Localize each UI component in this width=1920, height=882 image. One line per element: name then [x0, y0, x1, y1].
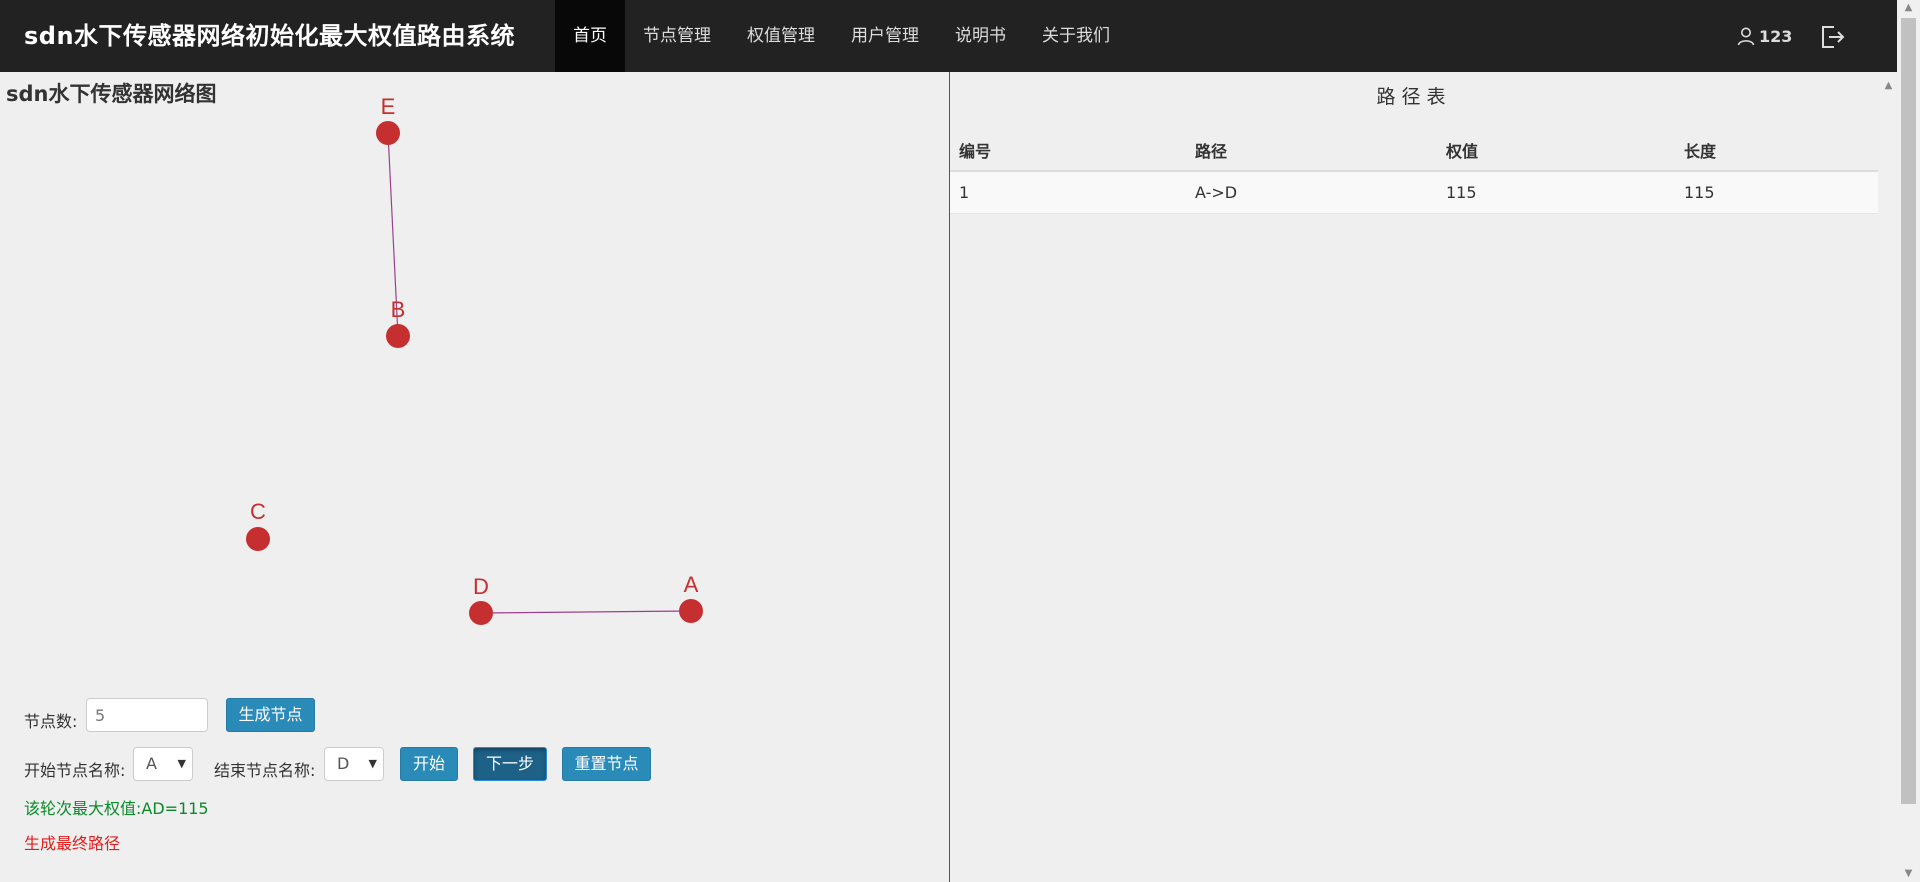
cell-path: A->D: [1186, 171, 1437, 214]
node-label-d: D: [473, 574, 489, 599]
chevron-down-icon: ▼: [177, 757, 186, 770]
node-label-b: B: [391, 297, 406, 322]
round-max-weight-message: 该轮次最大权值:AD=115: [24, 799, 209, 818]
node-b[interactable]: [386, 324, 410, 348]
user-menu[interactable]: 123: [1736, 0, 1792, 72]
start-node-select[interactable]: A ▼: [133, 747, 193, 781]
nav-item-node-management[interactable]: 节点管理: [625, 0, 729, 72]
scroll-up-icon[interactable]: ▲: [1880, 80, 1897, 91]
top-navbar: sdn水下传感器网络初始化最大权值路由系统 首页 节点管理 权值管理 用户管理 …: [0, 0, 1920, 72]
app-brand[interactable]: sdn水下传感器网络初始化最大权值路由系统: [24, 0, 515, 72]
node-a[interactable]: [679, 599, 703, 623]
start-node-value: A: [146, 754, 157, 773]
path-table: 编号 路径 权值 长度 1 A->D 115 115: [950, 130, 1878, 214]
user-icon: [1737, 27, 1755, 46]
node-e[interactable]: [376, 121, 400, 145]
network-graph: E B C D A: [246, 94, 703, 625]
next-step-button[interactable]: 下一步: [473, 747, 547, 781]
chevron-down-icon: ▼: [368, 757, 377, 770]
nav-item-manual[interactable]: 说明书: [937, 0, 1024, 72]
cell-length: 115: [1675, 171, 1878, 214]
inner-scrollbar[interactable]: ▲: [1880, 72, 1897, 882]
reset-nodes-button[interactable]: 重置节点: [562, 747, 651, 781]
node-count-label: 节点数:: [24, 712, 78, 731]
end-node-label: 结束节点名称:: [214, 761, 316, 780]
table-header-row: 编号 路径 权值 长度: [950, 130, 1878, 172]
scrollbar-thumb[interactable]: [1901, 18, 1916, 804]
table-row: 1 A->D 115 115: [950, 171, 1878, 214]
cell-weight: 115: [1437, 171, 1675, 214]
node-count-input[interactable]: [86, 698, 208, 732]
final-path-message: 生成最终路径: [24, 834, 121, 853]
start-button[interactable]: 开始: [400, 747, 458, 781]
nav-item-weight-management[interactable]: 权值管理: [729, 0, 833, 72]
scroll-down-icon[interactable]: ▼: [1897, 868, 1920, 879]
node-label-a: A: [684, 572, 699, 597]
node-d[interactable]: [469, 601, 493, 625]
column-header-id: 编号: [950, 130, 1186, 172]
cell-id: 1: [950, 171, 1186, 214]
user-name: 123: [1759, 26, 1793, 46]
edge-d-a: [480, 610, 692, 614]
start-node-label: 开始节点名称:: [24, 761, 126, 780]
generate-nodes-button[interactable]: 生成节点: [226, 698, 315, 732]
node-label-e: E: [381, 94, 396, 119]
node-label-c: C: [250, 499, 266, 524]
column-header-path: 路径: [1186, 130, 1437, 172]
nav-item-about-us[interactable]: 关于我们: [1024, 0, 1128, 72]
nav-item-user-management[interactable]: 用户管理: [833, 0, 937, 72]
logout-icon[interactable]: [1820, 24, 1846, 50]
column-header-length: 长度: [1675, 130, 1878, 172]
end-node-select[interactable]: D ▼: [324, 747, 384, 781]
node-c[interactable]: [246, 527, 270, 551]
scroll-up-icon[interactable]: ▲: [1897, 2, 1920, 13]
nav-item-home[interactable]: 首页: [555, 0, 625, 72]
main-nav: 首页 节点管理 权值管理 用户管理 说明书 关于我们: [555, 0, 1128, 72]
column-header-weight: 权值: [1437, 130, 1675, 172]
end-node-value: D: [337, 754, 350, 773]
path-table-caption: 路径表: [1376, 86, 1452, 108]
page-scrollbar[interactable]: ▲ ▼: [1897, 0, 1920, 882]
